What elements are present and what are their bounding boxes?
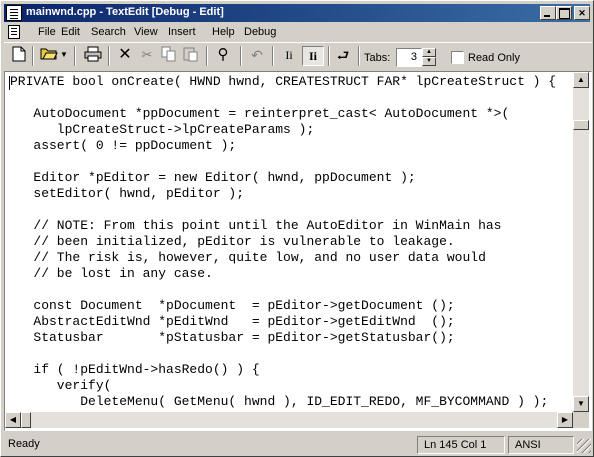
toolbar: ▼ ✕ ✂ ⚲ ↶ Ii Ii ⮐ Tabs: 3 ▲ ▼ Read Only bbox=[4, 42, 592, 68]
toolbar-separator bbox=[108, 46, 110, 66]
toolbar-separator bbox=[358, 46, 360, 66]
encoding-indicator: ANSI bbox=[508, 436, 574, 454]
window-title: mainwnd.cpp - TextEdit [Debug - Edit] bbox=[26, 6, 224, 18]
spin-down-icon[interactable]: ▼ bbox=[422, 57, 436, 66]
code-line[interactable]: PRIVATE bool onCreate( HWND hwnd, CREATE… bbox=[10, 74, 573, 90]
resize-grip-icon[interactable] bbox=[577, 439, 591, 453]
code-line[interactable]: AutoDocument *ppDocument = reinterpret_c… bbox=[10, 106, 573, 122]
open-folder-icon[interactable] bbox=[38, 46, 60, 66]
scroll-down-icon[interactable]: ▼ bbox=[573, 396, 589, 412]
code-line[interactable] bbox=[10, 282, 573, 298]
tabs-label: Tabs: bbox=[364, 52, 391, 64]
cursor-position: Ln 145 Col 1 bbox=[417, 436, 505, 454]
vertical-scrollbar[interactable]: ▲ ▼ bbox=[573, 72, 589, 412]
code-line[interactable]: // be lost in any case. bbox=[10, 266, 573, 282]
horizontal-scroll-thumb[interactable] bbox=[21, 412, 31, 428]
maximize-button[interactable] bbox=[556, 6, 572, 20]
new-file-icon[interactable] bbox=[8, 46, 30, 66]
toolbar-separator bbox=[206, 46, 208, 66]
read-only-label[interactable]: Read Only bbox=[468, 52, 520, 64]
code-line[interactable]: setEditor( hwnd, pEditor ); bbox=[10, 186, 573, 202]
tabs-spinner[interactable]: ▲ ▼ bbox=[422, 48, 436, 67]
title-bar[interactable]: mainwnd.cpp - TextEdit [Debug - Edit] ✕ bbox=[4, 4, 590, 22]
code-line[interactable]: // been initialized, pEditor is vulnerab… bbox=[10, 234, 573, 250]
status-message: Ready bbox=[8, 438, 40, 450]
toolbar-separator bbox=[74, 46, 76, 66]
scrollbar-corner bbox=[573, 412, 589, 428]
copy-icon[interactable] bbox=[158, 46, 180, 66]
code-line[interactable] bbox=[10, 154, 573, 170]
wrap-arrow-icon[interactable]: ⮐ bbox=[332, 46, 354, 66]
print-icon[interactable] bbox=[82, 46, 104, 66]
code-line[interactable]: DeleteMenu( GetMenu( hwnd ), ID_EDIT_RED… bbox=[10, 394, 573, 410]
code-line[interactable]: Statusbar *pStatusbar = pEditor->getStat… bbox=[10, 330, 573, 346]
delete-icon[interactable]: ✕ bbox=[114, 46, 136, 66]
toolbar-separator bbox=[240, 46, 242, 66]
proportional-font-toggle[interactable]: Ii bbox=[302, 46, 324, 66]
toolbar-separator bbox=[32, 46, 34, 66]
app-window: mainwnd.cpp - TextEdit [Debug - Edit] ✕ … bbox=[0, 0, 594, 457]
menu-insert[interactable]: Insert bbox=[168, 26, 196, 38]
toolbar-separator bbox=[328, 46, 330, 66]
menu-view[interactable]: View bbox=[134, 26, 158, 38]
code-line[interactable] bbox=[10, 202, 573, 218]
scroll-up-icon[interactable]: ▲ bbox=[573, 72, 589, 88]
code-line[interactable] bbox=[10, 346, 573, 362]
code-text[interactable]: PRIVATE bool onCreate( HWND hwnd, CREATE… bbox=[7, 74, 573, 414]
open-dropdown-arrow-icon[interactable]: ▼ bbox=[58, 46, 70, 66]
find-icon[interactable]: ⚲ bbox=[212, 46, 234, 66]
menu-debug[interactable]: Debug bbox=[244, 26, 276, 38]
menu-search[interactable]: Search bbox=[91, 26, 126, 38]
word-wrap-toggle[interactable]: Ii bbox=[278, 46, 300, 66]
code-line[interactable]: lpCreateStruct->lpCreateParams ); bbox=[10, 122, 573, 138]
cut-icon[interactable]: ✂ bbox=[136, 46, 158, 66]
code-line[interactable]: Editor *pEditor = new Editor( hwnd, ppDo… bbox=[10, 170, 573, 186]
menu-edit[interactable]: Edit bbox=[61, 26, 80, 38]
minimize-button[interactable] bbox=[540, 6, 556, 20]
text-caret bbox=[9, 76, 10, 90]
menu-help[interactable]: Help bbox=[212, 26, 235, 38]
menu-bar: File Edit Search View Insert Help Debug bbox=[4, 23, 592, 41]
document-icon[interactable] bbox=[8, 25, 20, 39]
menu-file[interactable]: File bbox=[38, 26, 56, 38]
scroll-right-icon[interactable]: ▶ bbox=[557, 412, 573, 428]
close-button[interactable]: ✕ bbox=[574, 6, 590, 20]
paste-icon[interactable] bbox=[180, 46, 202, 66]
code-line[interactable]: // The risk is, however, quite low, and … bbox=[10, 250, 573, 266]
code-line[interactable]: const Document *pDocument = pEditor->get… bbox=[10, 298, 573, 314]
editor-area[interactable]: PRIVATE bool onCreate( HWND hwnd, CREATE… bbox=[4, 71, 592, 431]
code-line[interactable]: verify( bbox=[10, 378, 573, 394]
horizontal-scrollbar[interactable]: ◀ ▶ bbox=[5, 412, 573, 428]
scroll-left-icon[interactable]: ◀ bbox=[5, 412, 21, 428]
app-icon[interactable] bbox=[6, 5, 22, 21]
undo-icon[interactable]: ↶ bbox=[246, 46, 268, 66]
toolbar-separator bbox=[272, 46, 274, 66]
code-line[interactable]: if ( !pEditWnd->hasRedo() ) { bbox=[10, 362, 573, 378]
code-line[interactable]: assert( 0 != ppDocument ); bbox=[10, 138, 573, 154]
spin-up-icon[interactable]: ▲ bbox=[422, 48, 436, 57]
vertical-scroll-thumb[interactable] bbox=[573, 120, 589, 130]
status-bar: Ready Ln 145 Col 1 ANSI bbox=[4, 435, 592, 455]
code-line[interactable]: // NOTE: From this point until the AutoE… bbox=[10, 218, 573, 234]
code-line[interactable] bbox=[10, 90, 573, 106]
tabs-input[interactable]: 3 bbox=[396, 48, 422, 67]
code-line[interactable]: AbstractEditWnd *pEditWnd = pEditor->get… bbox=[10, 314, 573, 330]
read-only-checkbox[interactable] bbox=[451, 51, 464, 64]
